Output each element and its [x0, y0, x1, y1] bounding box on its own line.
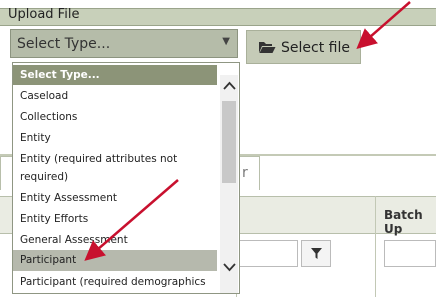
- dropdown-scrollbar[interactable]: [220, 75, 238, 293]
- select-type-options-list[interactable]: Select Type... Caseload Collections Enti…: [12, 62, 240, 294]
- option-entity-efforts[interactable]: Entity Efforts: [13, 209, 217, 229]
- scroll-thumb[interactable]: [222, 101, 236, 183]
- option-entity-assessment[interactable]: Entity Assessment: [13, 188, 217, 208]
- option-caseload[interactable]: Caseload: [13, 86, 217, 106]
- caret-down-icon: ▼: [222, 36, 230, 47]
- option-participant-required-demographics[interactable]: Participant (required demographics: [13, 272, 217, 292]
- chevron-down-icon[interactable]: [223, 263, 236, 272]
- folder-open-icon: [259, 42, 276, 53]
- filter-input[interactable]: [238, 240, 298, 267]
- option-entity-required-attributes[interactable]: Entity (required attributes not required…: [13, 149, 217, 187]
- batch-filter-input[interactable]: [384, 240, 436, 267]
- option-participant[interactable]: Participant: [13, 250, 217, 271]
- filter-icon: [311, 248, 322, 259]
- tab-label-fragment[interactable]: r: [242, 165, 248, 181]
- column-divider: [375, 196, 376, 297]
- option-select-type[interactable]: Select Type...: [13, 65, 217, 85]
- filter-button[interactable]: [301, 240, 331, 267]
- option-general-assessment[interactable]: General Assessment: [13, 230, 217, 250]
- select-file-button[interactable]: Select file: [246, 30, 361, 64]
- page-title: Upload File: [8, 7, 80, 22]
- select-type-dropdown[interactable]: Select Type... ▼: [10, 29, 238, 58]
- chevron-up-icon[interactable]: [223, 81, 236, 90]
- select-type-value: Select Type...: [17, 36, 111, 52]
- upload-file-header: Upload File: [0, 0, 436, 30]
- option-entity[interactable]: Entity: [13, 128, 217, 148]
- select-file-label: Select file: [281, 40, 350, 56]
- batch-upload-column-header[interactable]: Batch Up: [384, 208, 436, 236]
- option-collections[interactable]: Collections: [13, 107, 217, 127]
